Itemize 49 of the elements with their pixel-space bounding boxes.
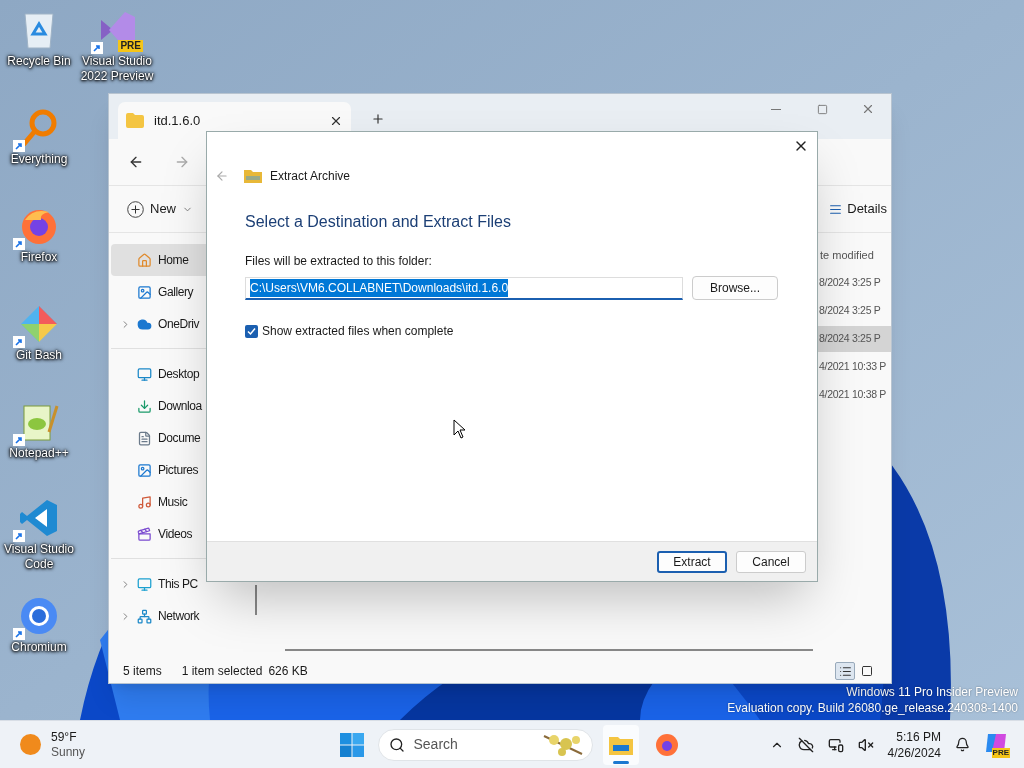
sidebar-label: Music: [158, 494, 188, 511]
sidebar-label: Gallery: [158, 284, 194, 301]
selection-info: 1 item selected: [181, 663, 263, 680]
show-files-checkbox[interactable]: Show extracted files when complete: [245, 322, 454, 340]
date-cell[interactable]: 4/2021 10:38 P: [818, 382, 891, 408]
date-cell[interactable]: 8/2024 3:25 P: [818, 326, 891, 352]
desktop-icon-label: Everything: [9, 152, 69, 167]
desktop-icon-label: Recycle Bin: [6, 54, 72, 69]
details-button[interactable]: Details: [829, 199, 887, 219]
desktop-icon-label: Visual Studio 2022 Preview: [79, 54, 155, 84]
sidebar-label: Downloa: [158, 398, 202, 415]
sidebar-label: Home: [158, 252, 189, 269]
cancel-button[interactable]: Cancel: [736, 550, 806, 573]
item-count: 5 items: [123, 663, 162, 680]
weather-widget[interactable]: 59°F Sunny: [0, 729, 86, 760]
extract-button[interactable]: Extract: [657, 550, 727, 573]
date-cell[interactable]: 4/2021 10:33 P: [818, 354, 891, 380]
sidebar-label: Docume: [158, 430, 201, 447]
tab-title: itd.1.6.0: [154, 111, 202, 130]
destination-field[interactable]: C:\Users\VM6.COLLABNET\Downloads\itd.1.6.0: [245, 276, 683, 300]
dialog-heading: Select a Destination and Extract Files: [245, 212, 512, 232]
column-header: te modified: [820, 247, 874, 263]
preview-badge: PRE: [991, 747, 1010, 758]
search-box[interactable]: Search: [377, 728, 593, 761]
sidebar-label: Desktop: [158, 366, 200, 383]
preview-badge: PRE: [118, 40, 143, 52]
dialog-title: Extract Archive: [270, 168, 351, 185]
temperature: 59°F: [51, 729, 78, 745]
copilot-button[interactable]: PRE: [984, 731, 1010, 758]
weather-condition: Sunny: [51, 744, 86, 760]
sidebar-label: OneDriv: [158, 316, 200, 333]
new-button[interactable]: New: [127, 199, 193, 219]
desktop-shortcut[interactable]: PRE: [91, 6, 143, 54]
desktop-icon-label: Chromium: [10, 640, 68, 655]
sidebar-label: Pictures: [158, 462, 199, 479]
clock[interactable]: 5:16 PM 4/26/2024: [887, 728, 941, 761]
sidebar-label: Videos: [158, 526, 193, 543]
desktop-icon-label: Notepad++: [8, 446, 70, 461]
desktop-icon-label: Git Bash: [15, 348, 63, 363]
date-cell[interactable]: 8/2024 3:25 P: [818, 270, 891, 296]
sidebar-label: Network: [158, 608, 200, 625]
desktop-icon-label: Visual Studio Code: [3, 542, 75, 572]
desktop-icon-label: Firefox: [19, 250, 59, 265]
browse-button[interactable]: Browse...: [692, 276, 778, 300]
sidebar-label: This PC: [158, 576, 198, 593]
sidebar-item[interactable]: Network: [111, 600, 257, 632]
date-cell[interactable]: 8/2024 3:25 P: [818, 298, 891, 324]
sidebar-item[interactable]: This PC: [111, 568, 257, 600]
selection-size: 626 KB: [268, 663, 308, 680]
